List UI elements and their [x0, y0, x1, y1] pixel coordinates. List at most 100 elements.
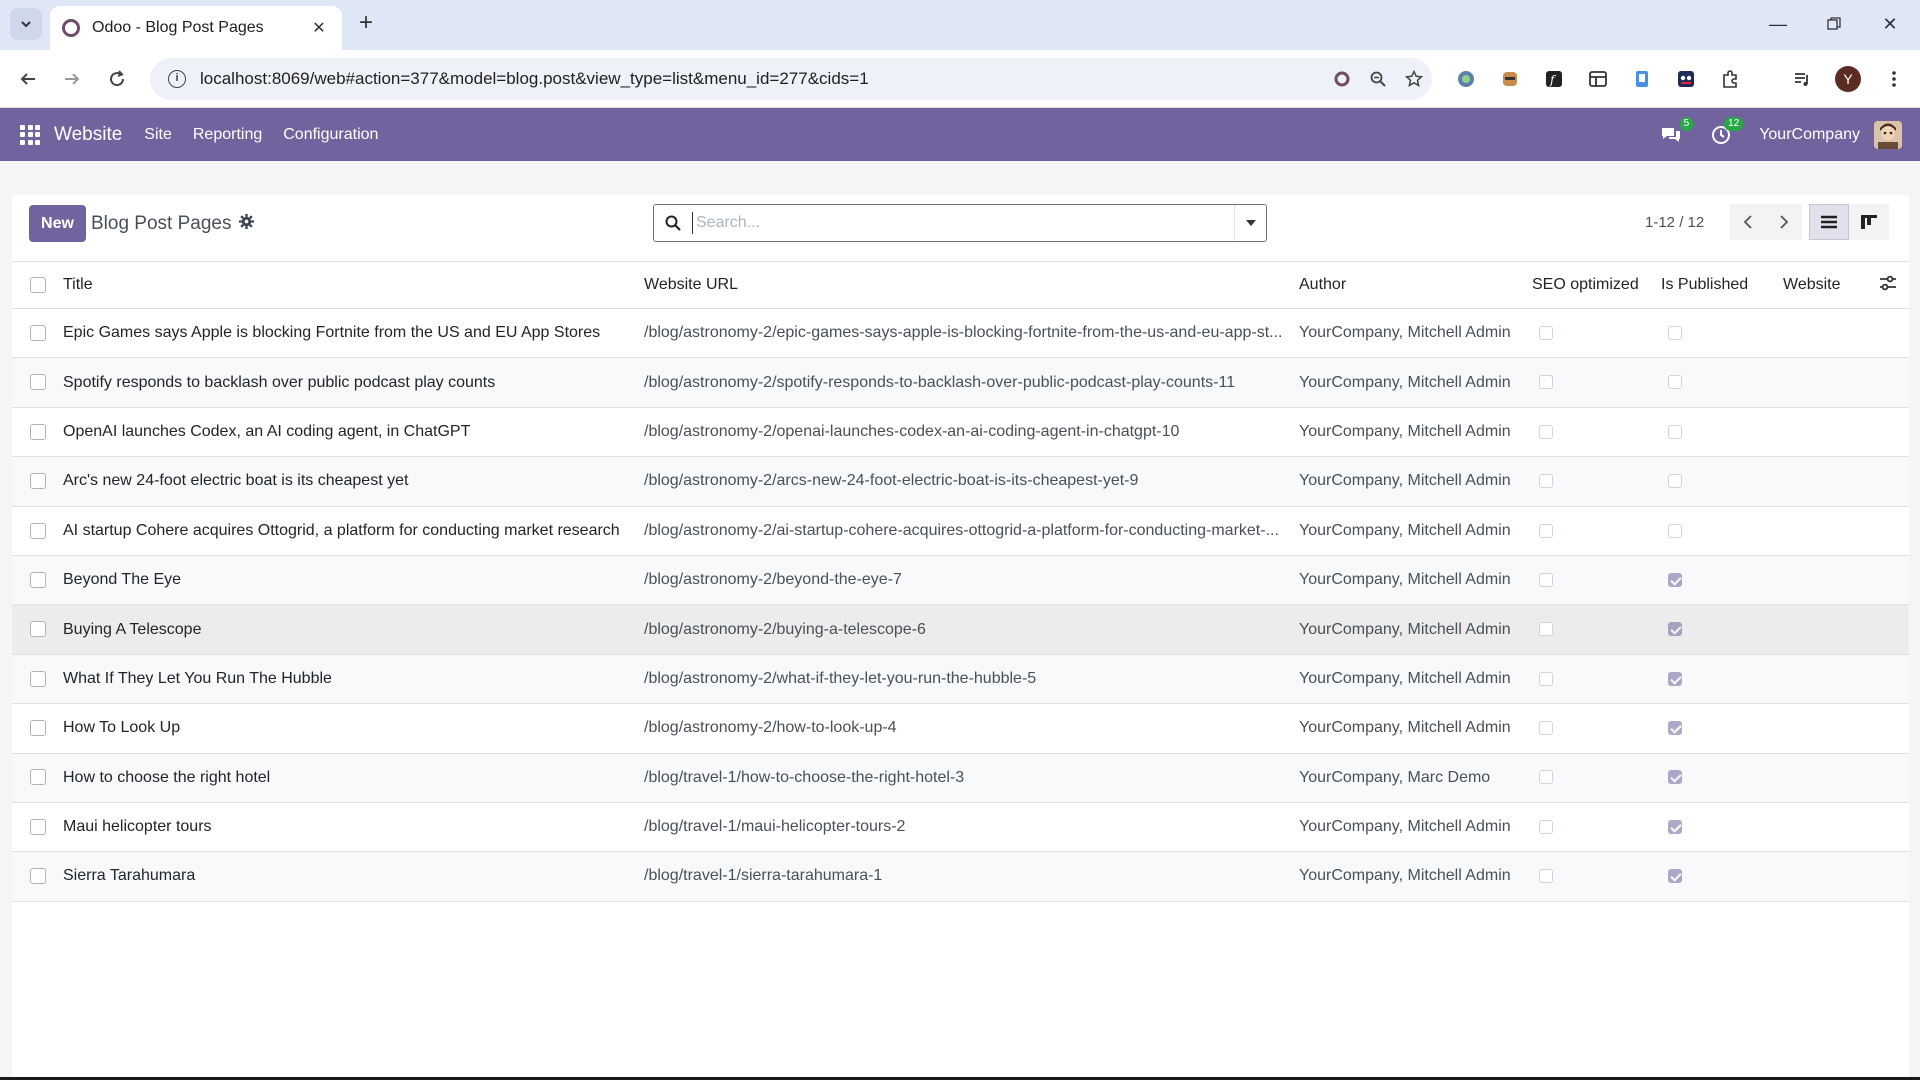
cell-website[interactable]	[1783, 308, 1879, 359]
tab-search-button[interactable]	[10, 8, 42, 40]
cell-url[interactable]: /blog/astronomy-2/spotify-responds-to-ba…	[644, 357, 1299, 408]
table-row[interactable]: Epic Games says Apple is blocking Fortni…	[12, 308, 1909, 359]
cell-title[interactable]: Maui helicopter tours	[63, 802, 644, 853]
extension-mask-icon[interactable]	[1672, 65, 1700, 93]
cell-title[interactable]: Epic Games says Apple is blocking Fortni…	[63, 308, 644, 359]
table-row[interactable]: How to choose the right hotel/blog/trave…	[12, 753, 1909, 803]
media-control-icon[interactable]	[1788, 65, 1816, 93]
row-checkbox[interactable]	[29, 423, 46, 440]
minimize-window-button[interactable]: —	[1756, 8, 1800, 40]
cell-author[interactable]: YourCompany, Mitchell Admin	[1299, 407, 1532, 458]
extension-panel-icon[interactable]	[1584, 65, 1612, 93]
cell-website[interactable]	[1783, 555, 1879, 606]
kanban-view-button[interactable]	[1849, 204, 1889, 240]
cell-author[interactable]: YourCompany, Mitchell Admin	[1299, 703, 1532, 754]
list-view-button[interactable]	[1809, 204, 1849, 240]
cell-author[interactable]: YourCompany, Marc Demo	[1299, 753, 1532, 803]
column-header-url[interactable]: Website URL	[644, 261, 1299, 309]
cell-url[interactable]: /blog/travel-1/sierra-tarahumara-1	[644, 851, 1299, 902]
cell-author[interactable]: YourCompany, Mitchell Admin	[1299, 357, 1532, 408]
table-row[interactable]: Beyond The Eye/blog/astronomy-2/beyond-t…	[12, 555, 1909, 606]
cell-url[interactable]: /blog/astronomy-2/ai-startup-cohere-acqu…	[644, 506, 1299, 556]
cell-author[interactable]: YourCompany, Mitchell Admin	[1299, 308, 1532, 359]
menu-reporting[interactable]: Reporting	[193, 126, 262, 144]
reload-button[interactable]	[101, 63, 133, 95]
search-options-toggle[interactable]	[1234, 205, 1266, 241]
apps-menu-icon[interactable]	[20, 124, 40, 145]
cell-website[interactable]	[1783, 703, 1879, 754]
cell-url[interactable]: /blog/travel-1/how-to-choose-the-right-h…	[644, 753, 1299, 803]
table-row[interactable]: Arc's new 24-foot electric boat is its c…	[12, 456, 1909, 507]
menu-site[interactable]: Site	[144, 126, 172, 144]
close-window-button[interactable]: ✕	[1868, 8, 1912, 40]
table-row[interactable]: Maui helicopter tours/blog/travel-1/maui…	[12, 802, 1909, 853]
cell-url[interactable]: /blog/astronomy-2/openai-launches-codex-…	[644, 407, 1299, 458]
row-checkbox[interactable]	[29, 522, 46, 539]
cell-author[interactable]: YourCompany, Mitchell Admin	[1299, 506, 1532, 556]
row-checkbox[interactable]	[29, 720, 46, 737]
cell-website[interactable]	[1783, 456, 1879, 507]
back-button[interactable]	[12, 63, 44, 95]
column-header-website[interactable]: Website	[1783, 261, 1879, 309]
extension-font-icon[interactable]: f	[1540, 65, 1568, 93]
cell-author[interactable]: YourCompany, Mitchell Admin	[1299, 604, 1532, 655]
row-checkbox[interactable]	[29, 670, 46, 687]
browser-menu-icon[interactable]	[1880, 65, 1908, 93]
cell-url[interactable]: /blog/astronomy-2/epic-games-says-apple-…	[644, 308, 1299, 359]
company-switcher[interactable]: YourCompany	[1759, 126, 1860, 144]
table-row[interactable]: Sierra Tarahumara/blog/travel-1/sierra-t…	[12, 851, 1909, 902]
table-row[interactable]: How To Look Up/blog/astronomy-2/how-to-l…	[12, 703, 1909, 754]
row-checkbox[interactable]	[29, 621, 46, 638]
cell-title[interactable]: OpenAI launches Codex, an AI coding agen…	[63, 407, 644, 458]
cell-title[interactable]: What If They Let You Run The Hubble	[63, 654, 644, 705]
browser-tab[interactable]: Odoo - Blog Post Pages ✕	[50, 6, 342, 50]
search-input[interactable]	[692, 212, 1234, 234]
cell-title[interactable]: Beyond The Eye	[63, 555, 644, 606]
cell-title[interactable]: AI startup Cohere acquires Ottogrid, a p…	[63, 506, 644, 556]
new-button[interactable]: New	[29, 205, 86, 242]
column-header-seo[interactable]: SEO optimized	[1532, 261, 1661, 309]
new-tab-button[interactable]: +	[352, 10, 380, 38]
bookmark-star-icon[interactable]	[1396, 64, 1432, 94]
cell-title[interactable]: Arc's new 24-foot electric boat is its c…	[63, 456, 644, 507]
cell-url[interactable]: /blog/astronomy-2/arcs-new-24-foot-elect…	[644, 456, 1299, 507]
extension-character-icon[interactable]	[1496, 65, 1524, 93]
table-row[interactable]: AI startup Cohere acquires Ottogrid, a p…	[12, 506, 1909, 556]
cell-website[interactable]	[1783, 506, 1879, 556]
cell-website[interactable]	[1783, 851, 1879, 902]
activities-button[interactable]: 12	[1709, 116, 1744, 147]
pager-next-button[interactable]	[1766, 204, 1802, 240]
messaging-button[interactable]: 5	[1659, 116, 1694, 147]
row-checkbox[interactable]	[29, 868, 46, 885]
select-all-checkbox[interactable]	[29, 276, 46, 293]
pager-previous-button[interactable]	[1730, 204, 1766, 240]
forward-button[interactable]	[56, 63, 88, 95]
row-checkbox[interactable]	[29, 473, 46, 490]
cell-author[interactable]: YourCompany, Mitchell Admin	[1299, 654, 1532, 705]
close-tab-icon[interactable]: ✕	[308, 18, 330, 38]
restore-window-button[interactable]	[1812, 8, 1856, 40]
cell-url[interactable]: /blog/astronomy-2/what-if-they-let-you-r…	[644, 654, 1299, 705]
column-header-author[interactable]: Author	[1299, 261, 1532, 309]
row-checkbox[interactable]	[29, 374, 46, 391]
cell-url[interactable]: /blog/travel-1/maui-helicopter-tours-2	[644, 802, 1299, 853]
profile-avatar[interactable]: Y	[1834, 65, 1862, 93]
cell-website[interactable]	[1783, 802, 1879, 853]
extension-document-icon[interactable]	[1628, 65, 1656, 93]
table-row[interactable]: Spotify responds to backlash over public…	[12, 357, 1909, 408]
cell-title[interactable]: Spotify responds to backlash over public…	[63, 357, 644, 408]
cell-url[interactable]: /blog/astronomy-2/buying-a-telescope-6	[644, 604, 1299, 655]
table-row[interactable]: OpenAI launches Codex, an AI coding agen…	[12, 407, 1909, 458]
optional-columns-toggle[interactable]	[1879, 261, 1909, 309]
cell-website[interactable]	[1783, 753, 1879, 803]
cell-url[interactable]: /blog/astronomy-2/how-to-look-up-4	[644, 703, 1299, 754]
cell-title[interactable]: Buying A Telescope	[63, 604, 644, 655]
table-row[interactable]: Buying A Telescope/blog/astronomy-2/buyi…	[12, 604, 1909, 655]
row-checkbox[interactable]	[29, 571, 46, 588]
odoo-extension-icon[interactable]	[1324, 64, 1360, 94]
menu-configuration[interactable]: Configuration	[283, 126, 378, 144]
app-brand[interactable]: Website	[54, 124, 122, 146]
address-input[interactable]: i localhost:8069/web#action=377&model=bl…	[150, 58, 1432, 100]
cell-url[interactable]: /blog/astronomy-2/beyond-the-eye-7	[644, 555, 1299, 606]
cell-title[interactable]: How To Look Up	[63, 703, 644, 754]
